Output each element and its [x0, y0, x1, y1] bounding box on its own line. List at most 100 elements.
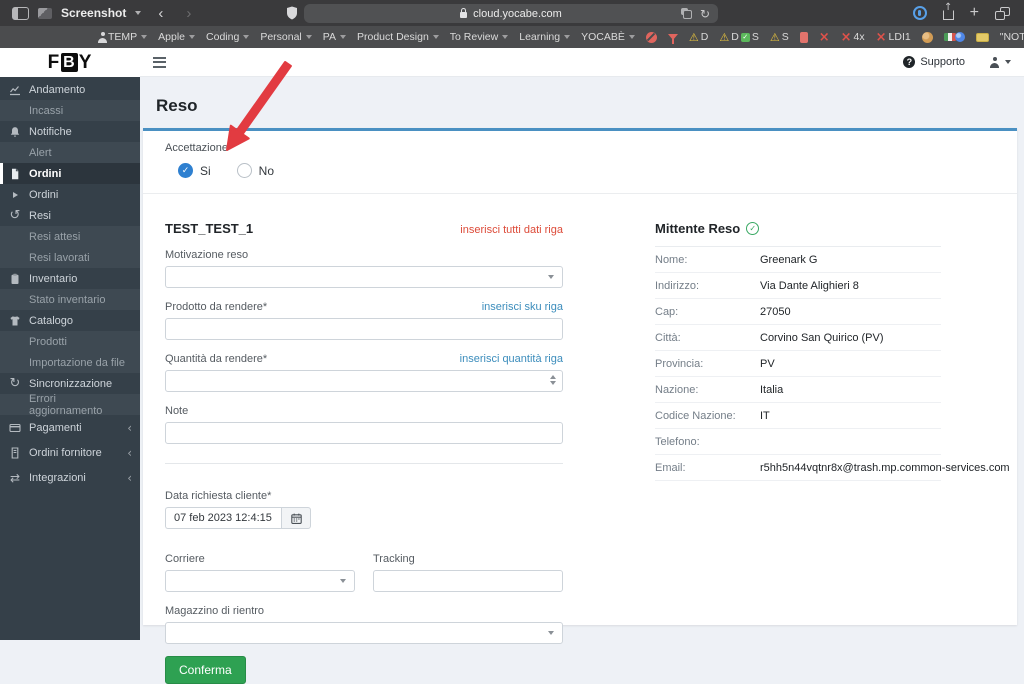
cookie-icon: [921, 31, 933, 43]
sidebar-item-incassi[interactable]: Incassi: [0, 100, 140, 121]
chevron-left-icon: ‹: [127, 445, 132, 460]
sidebar-item-pagamenti[interactable]: Pagamenti ‹: [0, 415, 140, 440]
sidebar-item-resi[interactable]: ↺ Resi: [0, 205, 140, 226]
bookmark-folder-temp[interactable]: TEMP: [108, 31, 148, 43]
bookmark-redbook[interactable]: [799, 31, 808, 43]
bookmark-folder-personal[interactable]: Personal: [260, 31, 312, 43]
bookmark-cookie[interactable]: [921, 31, 933, 43]
new-tab-icon[interactable]: +: [970, 5, 979, 21]
bookmark-no-entry[interactable]: [645, 31, 657, 43]
caret-down-icon: [243, 35, 250, 39]
hamburger-menu-icon[interactable]: [153, 56, 166, 68]
tab-overview-icon[interactable]: [995, 6, 1010, 20]
sidebar-item-stato-inventario[interactable]: Stato inventario: [0, 289, 140, 310]
radio-unchecked-icon[interactable]: [236, 163, 252, 178]
bookmark-x-ldi1[interactable]: × LDI1: [876, 31, 911, 44]
data-richiesta-input[interactable]: [165, 507, 281, 529]
sidebar-item-sincronizzazione[interactable]: ↻ Sincronizzazione: [0, 373, 140, 394]
user-icon: [989, 56, 1000, 68]
warning-icon: ⚠: [769, 30, 780, 44]
quantita-label: Quantità da rendere*: [165, 353, 268, 365]
prodotto-input[interactable]: [165, 318, 563, 340]
bookmark-italy-globe[interactable]: [943, 32, 965, 42]
address-bar[interactable]: cloud.yocabe.com ↻: [304, 4, 718, 23]
radio-si[interactable]: ✓ Si: [178, 163, 211, 178]
inserisci-quantita-link[interactable]: inserisci quantità riga: [460, 353, 563, 365]
caret-down-icon: [340, 35, 346, 39]
supporto-link[interactable]: ? Supporto: [903, 56, 965, 68]
bookmark-folder-yocabe[interactable]: YOCABÈ: [581, 31, 635, 43]
sidebar-item-resi-attesi[interactable]: Resi attesi: [0, 226, 140, 247]
bookmark-x-4x[interactable]: × 4x: [841, 31, 865, 44]
bookmark-x[interactable]: ×: [819, 31, 830, 44]
tracking-input[interactable]: [373, 570, 563, 592]
magazzino-select[interactable]: [165, 622, 563, 644]
mittente-row-indirizzo: Indirizzo: Via Dante Alighieri 8: [655, 273, 941, 299]
forward-button[interactable]: ›: [186, 6, 191, 21]
conferma-button[interactable]: Conferma: [165, 656, 246, 684]
mittente-row-cap: Cap: 27050: [655, 299, 941, 325]
translate-icon[interactable]: [680, 8, 692, 19]
bookmark-funnel[interactable]: [667, 34, 678, 44]
sidebar-item-resi-lavorati[interactable]: Resi lavorati: [0, 247, 140, 268]
sidebar-toggle-icon[interactable]: [12, 6, 29, 20]
lock-icon: [460, 8, 468, 18]
bookmark-folder-product-design[interactable]: Product Design: [357, 31, 439, 43]
url-text: cloud.yocabe.com: [473, 7, 562, 20]
data-richiesta-label: Data richiesta cliente*: [165, 490, 272, 502]
chart-line-icon: [8, 84, 22, 96]
caret-down-icon: [141, 35, 148, 39]
corriere-select[interactable]: [165, 570, 355, 592]
sidebar-item-notifiche[interactable]: Notifiche: [0, 121, 140, 142]
sidebar-item-ordini-tree[interactable]: Ordini: [0, 184, 140, 205]
tshirt-icon: [8, 315, 22, 327]
bookmark-not[interactable]: "NOT": [1000, 31, 1024, 43]
bookmark-card[interactable]: [975, 32, 989, 42]
bookmark-folder-apple[interactable]: Apple: [158, 31, 196, 43]
bookmark-folder-pa[interactable]: PA: [323, 31, 346, 43]
bookmark-warn-s[interactable]: ⚠ S: [770, 31, 789, 43]
radio-no[interactable]: No: [236, 163, 274, 178]
bookmark-folder-learning[interactable]: Learning: [519, 31, 571, 43]
chevron-left-icon: ‹: [127, 420, 132, 435]
sidebar-item-ordini-active[interactable]: Ordini: [0, 163, 140, 184]
reload-icon[interactable]: ↻: [700, 7, 710, 21]
reso-card: Accettazione* ✓ Si No TEST_TEST_1 inseri…: [143, 128, 1017, 684]
quantita-input[interactable]: [165, 370, 563, 392]
app-topnav: ? Supporto: [140, 48, 1024, 77]
user-menu[interactable]: [989, 56, 1011, 68]
password-manager-icon[interactable]: [912, 6, 927, 20]
note-input[interactable]: [165, 422, 563, 444]
bookmark-folder-coding[interactable]: Coding: [206, 31, 250, 43]
sidebar-item-errori-aggiornamento[interactable]: Errori aggiornamento: [0, 393, 140, 417]
sidebar-item-inventario[interactable]: Inventario: [0, 268, 140, 289]
caret-down-icon: [564, 35, 571, 39]
number-spinner[interactable]: [550, 375, 556, 385]
calendar-button[interactable]: [281, 507, 311, 529]
window-menu[interactable]: Screenshot: [61, 6, 126, 20]
clipboard-icon: [8, 273, 22, 285]
sidebar-item-catalogo[interactable]: Catalogo: [0, 310, 140, 331]
back-button[interactable]: ‹: [158, 6, 163, 21]
sidebar-item-prodotti[interactable]: Prodotti: [0, 331, 140, 352]
bookmark-warn-ds[interactable]: ⚠ D ✓ S: [719, 31, 758, 43]
sidebar-item-ordini-fornitore[interactable]: Ordini fornitore ‹: [0, 440, 140, 465]
share-icon[interactable]: ↑: [942, 2, 954, 20]
sidebar-item-importazione[interactable]: Importazione da file: [0, 352, 140, 373]
sidebar-item-alert[interactable]: Alert: [0, 142, 140, 163]
corriere-label: Corriere: [165, 553, 205, 565]
inserisci-tutti-dati-link[interactable]: inserisci tutti dati riga: [460, 224, 563, 236]
row-title: TEST_TEST_1: [165, 221, 254, 236]
radio-checked-icon[interactable]: ✓: [178, 163, 193, 178]
bookmark-warn-d[interactable]: ⚠ D: [689, 31, 708, 43]
sidebar-item-integrazioni[interactable]: ⇄ Integrazioni ‹: [0, 465, 140, 490]
privacy-shield-icon[interactable]: [286, 6, 298, 25]
x-icon: ×: [840, 29, 852, 45]
motivazione-select[interactable]: [165, 266, 563, 288]
bookmark-folder-to-review[interactable]: To Review: [450, 31, 509, 43]
sidebar-item-andamento[interactable]: Andamento: [0, 79, 140, 100]
green-check-circle-icon: ✓: [746, 222, 760, 235]
inserisci-sku-link[interactable]: inserisci sku riga: [482, 301, 563, 313]
tracking-label: Tracking: [373, 553, 415, 565]
file-icon: [8, 168, 22, 180]
